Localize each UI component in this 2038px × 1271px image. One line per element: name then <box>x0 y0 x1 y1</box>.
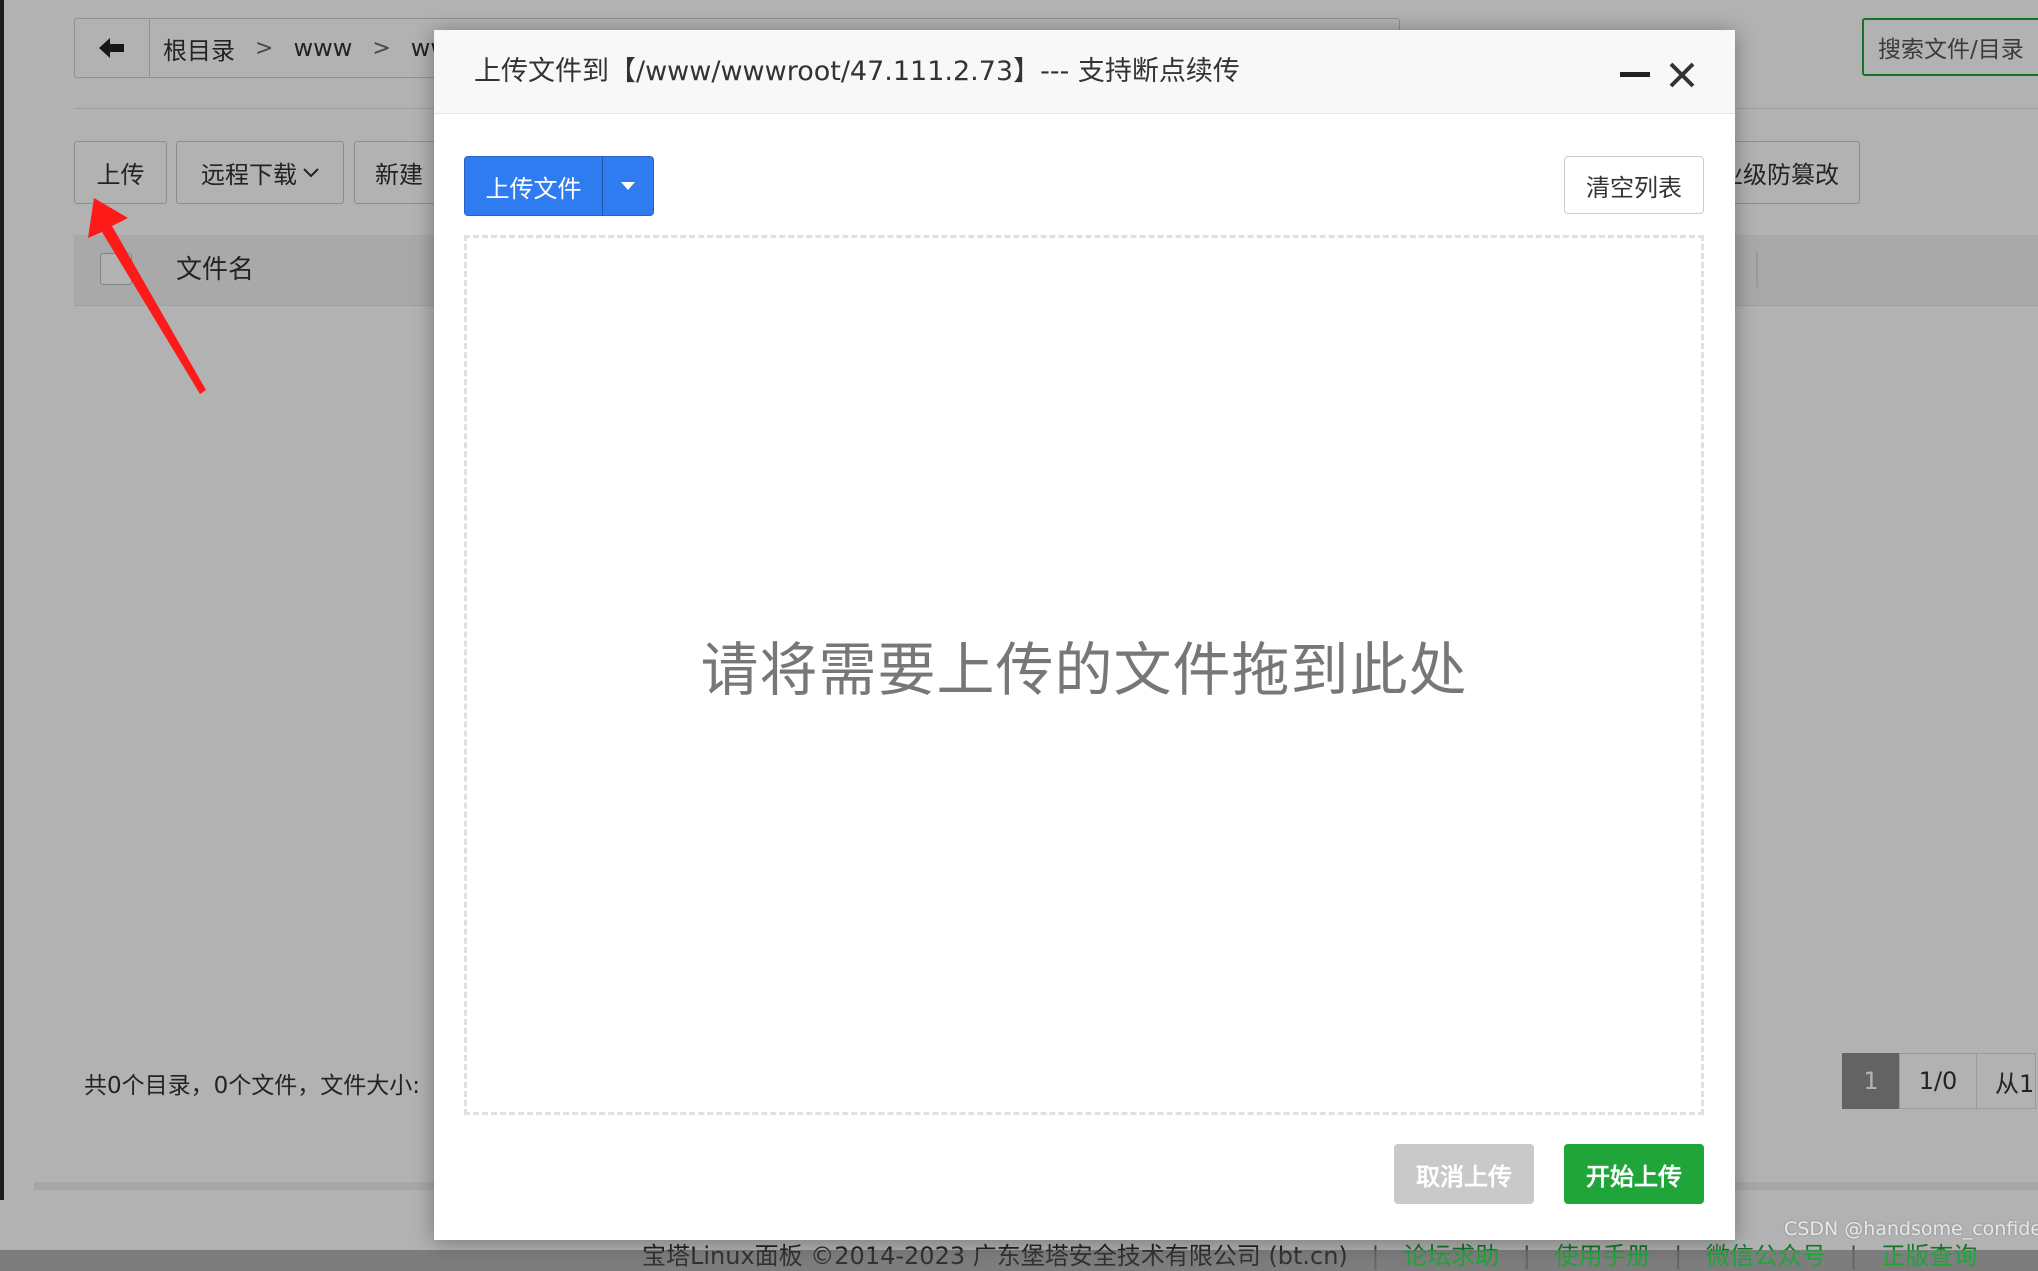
file-dropzone[interactable]: 请将需要上传的文件拖到此处 <box>464 235 1704 1115</box>
dropzone-hint: 请将需要上传的文件拖到此处 <box>700 636 1468 704</box>
cancel-upload-button[interactable]: 取消上传 <box>1394 1144 1534 1204</box>
dialog-title: 上传文件到【/www/wwwroot/47.111.2.73】--- 支持断点续… <box>474 56 1240 87</box>
dialog-header: 上传文件到【/www/wwwroot/47.111.2.73】--- 支持断点续… <box>434 30 1735 114</box>
watermark: CSDN @handsome_confide <box>1784 1218 2038 1240</box>
upload-dialog: 上传文件到【/www/wwwroot/47.111.2.73】--- 支持断点续… <box>434 30 1735 1240</box>
upload-options-dropdown[interactable] <box>602 157 653 215</box>
close-button[interactable] <box>1666 59 1698 91</box>
start-upload-button[interactable]: 开始上传 <box>1564 1144 1704 1204</box>
caret-down-icon <box>620 182 635 190</box>
upload-file-button[interactable]: 上传文件 <box>465 157 603 215</box>
minimize-button[interactable] <box>1620 72 1650 102</box>
upload-file-split-button: 上传文件 <box>464 156 654 216</box>
clear-list-button[interactable]: 清空列表 <box>1564 156 1704 214</box>
minimize-icon <box>1620 72 1650 77</box>
close-icon <box>1669 62 1695 88</box>
